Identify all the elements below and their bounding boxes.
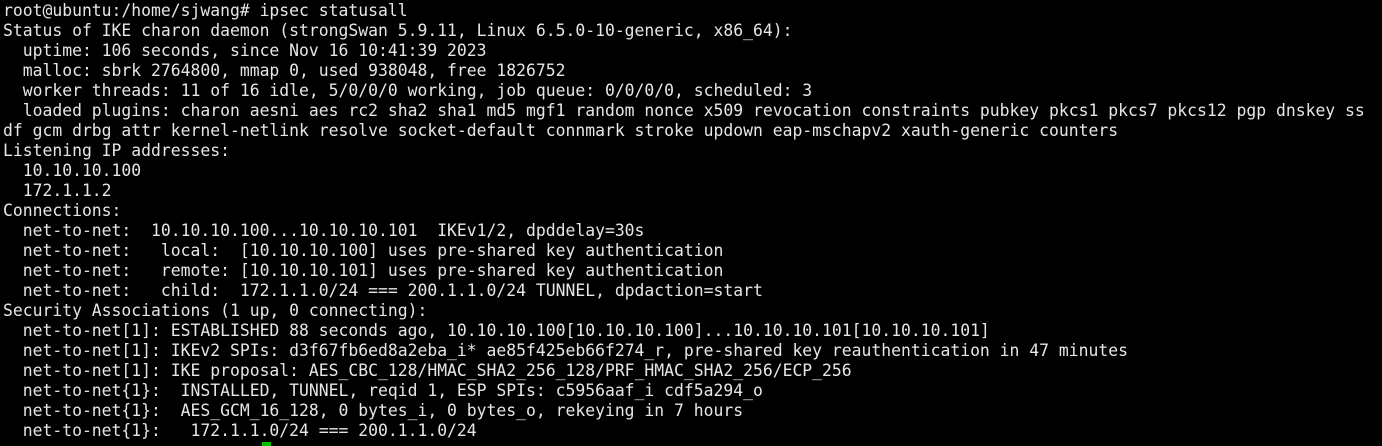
prompt-command-line: root@ubuntu:/home/sjwang# ipsec statusal… — [3, 1, 408, 20]
sa-traffic-selector-line: net-to-net{1}: 172.1.1.0/24 === 200.1.1.… — [3, 421, 477, 440]
connection-line: net-to-net: 10.10.10.100...10.10.10.101 … — [3, 221, 645, 240]
sa-installed-line: net-to-net{1}: INSTALLED, TUNNEL, reqid … — [3, 381, 763, 400]
malloc-line: malloc: sbrk 2764800, mmap 0, used 93804… — [3, 61, 566, 80]
listening-ip-line: 172.1.1.2 — [3, 181, 112, 200]
sa-ike-proposal-line: net-to-net[1]: IKE proposal: AES_CBC_128… — [3, 361, 852, 380]
listening-ip-header: Listening IP addresses: — [3, 141, 230, 160]
connection-local-line: net-to-net: local: [10.10.10.100] uses p… — [3, 241, 724, 260]
terminal-window[interactable]: root@ubuntu:/home/sjwang# ipsec statusal… — [0, 0, 1382, 446]
loaded-plugins-line: loaded plugins: charon aesni aes rc2 sha… — [3, 101, 1365, 120]
sa-spis-line: net-to-net[1]: IKEv2 SPIs: d3f67fb6ed8a2… — [3, 341, 1128, 360]
sa-established-line: net-to-net[1]: ESTABLISHED 88 seconds ag… — [3, 321, 990, 340]
loaded-plugins-wrap-line: df gcm drbg attr kernel-netlink resolve … — [3, 121, 1119, 140]
connections-header: Connections: — [3, 201, 122, 220]
status-header-line: Status of IKE charon daemon (strongSwan … — [3, 21, 793, 40]
listening-ip-line: 10.10.10.100 — [3, 161, 142, 180]
connection-child-line: net-to-net: child: 172.1.1.0/24 === 200.… — [3, 281, 763, 300]
terminal-cursor — [262, 442, 271, 446]
next-line-row — [3, 441, 1382, 446]
sa-cipher-line: net-to-net{1}: AES_GCM_16_128, 0 bytes_i… — [3, 401, 744, 420]
security-associations-header: Security Associations (1 up, 0 connectin… — [3, 301, 428, 320]
worker-threads-line: worker threads: 11 of 16 idle, 5/0/0/0 w… — [3, 81, 813, 100]
uptime-line: uptime: 106 seconds, since Nov 16 10:41:… — [3, 41, 487, 60]
connection-remote-line: net-to-net: remote: [10.10.10.101] uses … — [3, 261, 724, 280]
